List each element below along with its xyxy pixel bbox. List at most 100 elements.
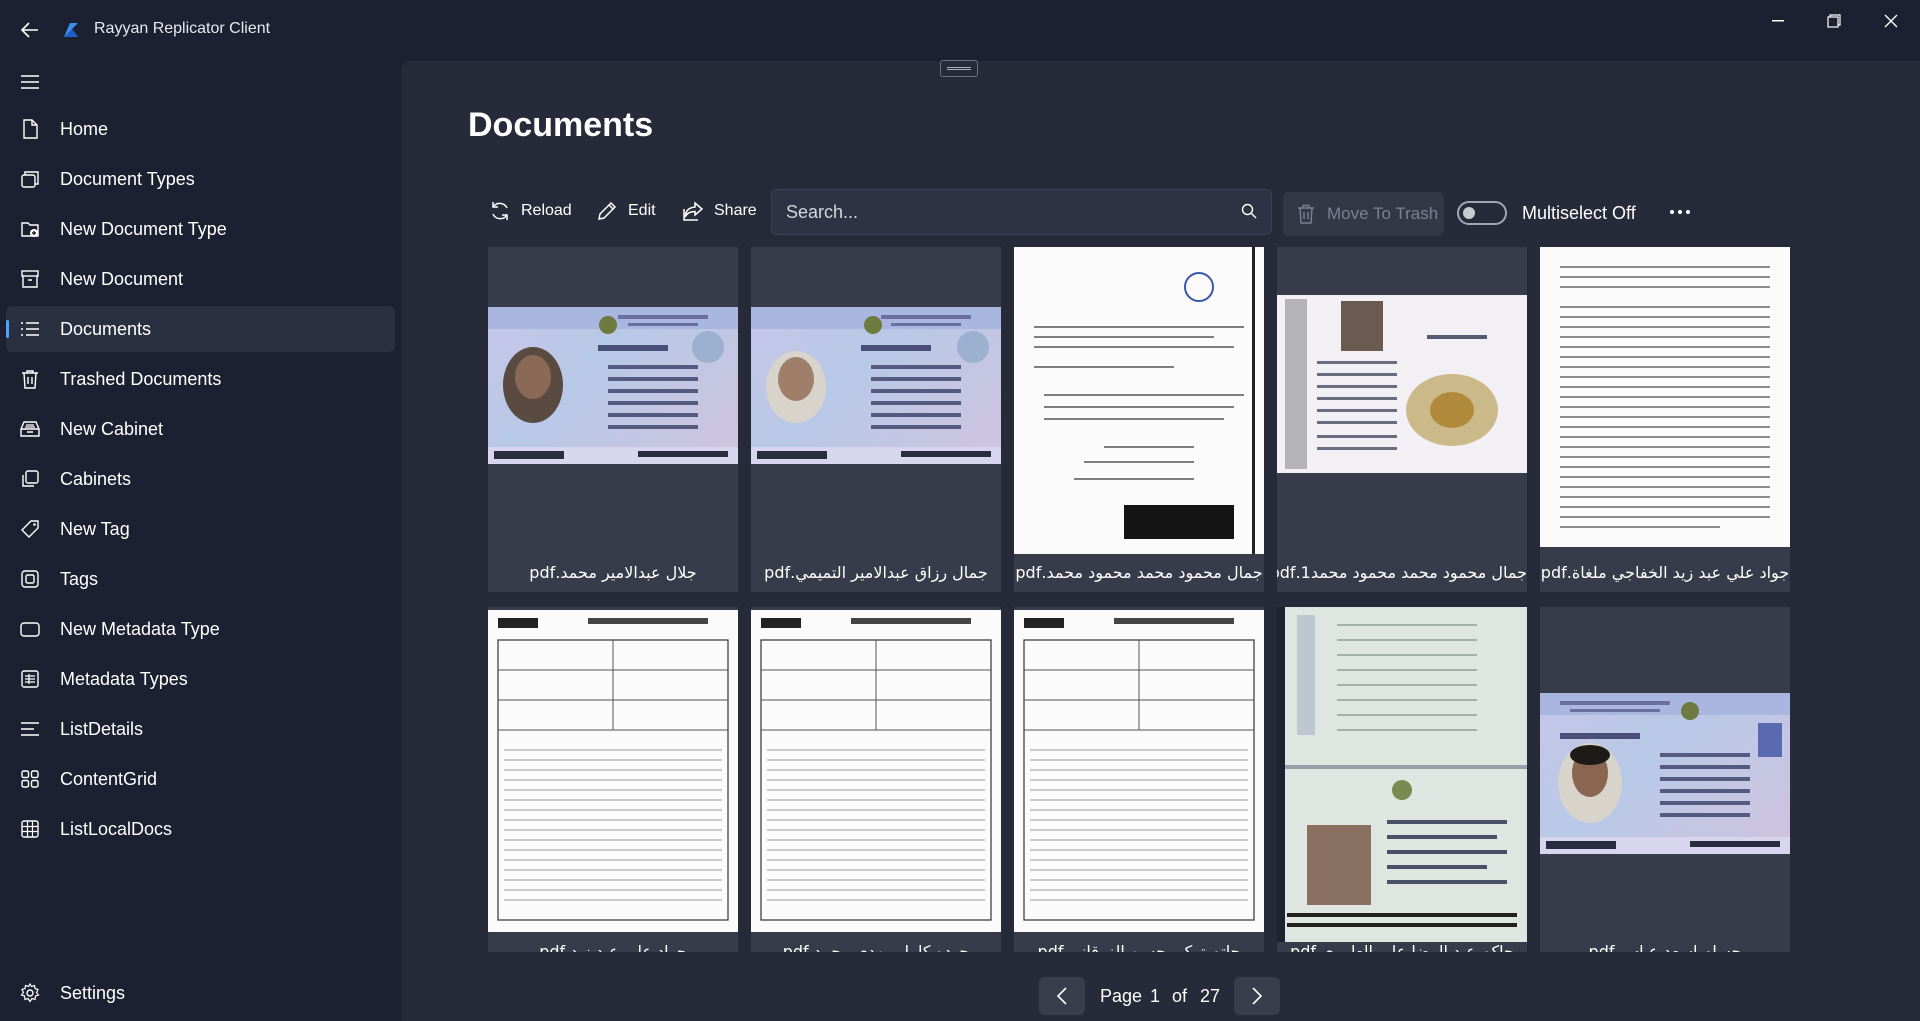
- receipt-page-icon: [760, 618, 992, 921]
- passport-thumbnail: [1277, 607, 1527, 942]
- document-card[interactable]: جوده كامل مهدي محمد.pdf: [751, 607, 1001, 952]
- current-page: 1: [1150, 986, 1161, 1006]
- close-icon: [1884, 14, 1898, 28]
- id-card-image-icon: [1540, 693, 1790, 854]
- chevron-right-icon: [1252, 987, 1263, 1005]
- sidebar-item-listdetails[interactable]: ListDetails: [6, 706, 395, 752]
- document-card[interactable]: حاتم تركي حسن الزرقاني.pdf: [1014, 607, 1264, 952]
- restore-button[interactable]: [1811, 6, 1857, 36]
- sidebar-item-contentgrid[interactable]: ContentGrid: [6, 756, 395, 802]
- receipt-page-icon: [497, 618, 729, 921]
- edit-button[interactable]: Edit: [596, 194, 656, 228]
- drag-handle[interactable]: [940, 60, 978, 77]
- multiselect-label: Multiselect Off: [1522, 203, 1636, 223]
- document-card[interactable]: جواد علي عبد زيد الخفاجي ملغاة.pdf: [1540, 247, 1790, 592]
- app-title: Rayyan Replicator Client: [94, 20, 271, 37]
- document-name: جواد علي عبد زيد.pdf: [539, 942, 687, 952]
- more-options-button[interactable]: [1662, 196, 1698, 228]
- share-icon: [683, 201, 704, 221]
- move-to-trash-label: Move To Trash: [1327, 204, 1439, 223]
- document-name: جوده كامل مهدي محمد.pdf: [782, 942, 970, 952]
- sidebar-item-label: ContentGrid: [60, 768, 158, 789]
- sidebar-item-documents[interactable]: Documents: [6, 306, 395, 352]
- reload-label: Reload: [521, 202, 572, 219]
- list-icon: [21, 322, 39, 336]
- document-stack-icon: [21, 171, 39, 188]
- of-label: of: [1172, 986, 1188, 1006]
- sidebar-item-tags[interactable]: Tags: [6, 556, 395, 602]
- sidebar-item-label: Trashed Documents: [60, 368, 222, 389]
- search-input[interactable]: [786, 190, 1216, 234]
- passport-image-icon: [1277, 295, 1527, 473]
- reload-icon: [492, 202, 508, 220]
- table-icon: [21, 820, 39, 838]
- sidebar-item-new-document[interactable]: New Document: [6, 256, 395, 302]
- search-icon[interactable]: [1241, 203, 1257, 219]
- multiselect-toggle[interactable]: [1457, 201, 1507, 225]
- sidebar-item-label: Home: [60, 118, 109, 139]
- back-button[interactable]: [14, 14, 46, 46]
- sidebar-item-home[interactable]: Home: [6, 106, 395, 152]
- document-card[interactable]: حاكم عبد الرضا علي العامري.pdf: [1277, 607, 1527, 952]
- passport-thumbnail: [1277, 295, 1527, 473]
- id-card-thumbnail: [1540, 693, 1790, 854]
- sidebar-item-new-document-type[interactable]: New Document Type: [6, 206, 395, 252]
- sidebar-item-label: Tags: [60, 568, 99, 589]
- reload-button[interactable]: Reload: [489, 194, 572, 228]
- document-name: حسام اسعد عباس.pdf: [1588, 942, 1742, 952]
- next-page-button[interactable]: [1234, 977, 1280, 1015]
- share-button[interactable]: Share: [682, 194, 757, 228]
- close-button[interactable]: [1868, 6, 1914, 36]
- sidebar-item-cabinets[interactable]: Cabinets: [6, 456, 395, 502]
- sidebar-item-label: Document Types: [60, 168, 195, 189]
- previous-page-button[interactable]: [1039, 977, 1085, 1015]
- document-card[interactable]: جمال محمود محمد محمود محمد1.pdf: [1277, 247, 1527, 592]
- document-page-icon: [1560, 266, 1770, 528]
- page-title: Documents: [468, 106, 654, 144]
- archive-icon: [21, 270, 39, 288]
- move-to-trash-button[interactable]: Move To Trash: [1283, 192, 1444, 236]
- sidebar-item-metadata-types[interactable]: Metadata Types: [6, 656, 395, 702]
- document-name: جمال محمود محمد محمود محمد.pdf: [1015, 563, 1263, 582]
- sidebar-item-settings[interactable]: Settings: [6, 970, 395, 1016]
- grip-icon: [947, 67, 971, 70]
- app-logo-icon: [64, 23, 78, 37]
- id-card-image-icon: [488, 307, 738, 464]
- receipt-thumbnail: [1014, 610, 1264, 932]
- sidebar-item-document-types[interactable]: Document Types: [6, 156, 395, 202]
- toggle-knob: [1463, 207, 1475, 219]
- document-name: جواد علي عبد زيد الخفاجي ملغاة.pdf: [1540, 563, 1790, 582]
- sidebar-item-trashed-documents[interactable]: Trashed Documents: [6, 356, 395, 402]
- more-dot-icon: [1686, 210, 1690, 214]
- document-name: جمال رزاق عبدالامير التميمي.pdf: [764, 563, 988, 582]
- document-card[interactable]: جلال عبدالامير محمد.pdf: [488, 247, 738, 592]
- restore-icon: [1827, 14, 1841, 28]
- sidebar-nav: Home Document Types New Document Type Ne…: [6, 106, 395, 856]
- document-name: جلال عبدالامير محمد.pdf: [529, 563, 697, 582]
- sidebar-item-label: New Document Type: [60, 218, 227, 239]
- documents-grid: جلال عبدالامير محمد.pdf جمال رزاق عبدالا…: [472, 247, 1850, 969]
- sidebar-item-label: New Metadata Type: [60, 618, 220, 639]
- minimize-button[interactable]: [1755, 6, 1801, 36]
- receipt-thumbnail: [488, 610, 738, 932]
- sidebar-item-new-cabinet[interactable]: New Cabinet: [6, 406, 395, 452]
- trash-icon: [22, 370, 38, 389]
- minimize-icon: [1772, 20, 1784, 22]
- more-dot-icon: [1670, 210, 1674, 214]
- share-label: Share: [714, 202, 757, 219]
- hamburger-menu-button[interactable]: [14, 66, 46, 98]
- back-arrow-icon: [21, 22, 38, 38]
- sidebar-item-new-metadata-type[interactable]: New Metadata Type: [6, 606, 395, 652]
- sidebar-item-listlocaldocs[interactable]: ListLocalDocs: [6, 806, 395, 852]
- sidebar-item-label: New Cabinet: [60, 418, 164, 439]
- document-card[interactable]: جواد علي عبد زيد.pdf: [488, 607, 738, 952]
- document-card[interactable]: جمال رزاق عبدالامير التميمي.pdf: [751, 247, 1001, 592]
- gear-icon: [20, 983, 40, 1003]
- document-card[interactable]: حسام اسعد عباس.pdf: [1540, 607, 1790, 952]
- folder-add-icon: [21, 222, 39, 237]
- document-card[interactable]: جمال محمود محمد محمود محمد.pdf: [1014, 247, 1264, 592]
- four-squares-icon: [21, 770, 39, 788]
- pencil-icon: [598, 201, 617, 220]
- rectangle-icon: [20, 622, 40, 637]
- sidebar-item-new-tag[interactable]: New Tag: [6, 506, 395, 552]
